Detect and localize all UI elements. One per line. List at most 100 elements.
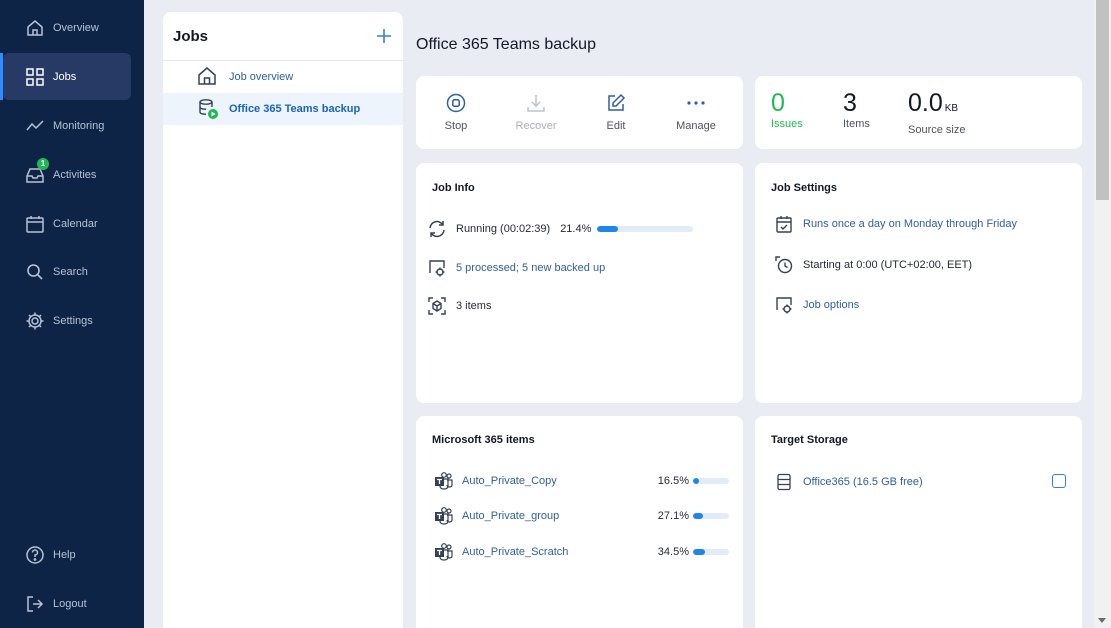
m365-item-percent: 34.5% [657,546,689,558]
storage-name-link[interactable]: Office365 (16.5 GB free) [803,476,923,488]
schedule-link[interactable]: Runs once a day on Monday through Friday [803,218,1017,230]
jobs-panel: Jobs Job overview Office 365 Teams backu… [163,12,403,628]
target-storage-title: Target Storage [771,434,848,446]
start-time-row: Starting at 0:00 (UTC+02:00, EET) [773,254,972,276]
nav-monitoring-label: Monitoring [53,119,105,132]
grid-icon [23,65,47,89]
add-job-button[interactable] [375,27,393,45]
plus-icon [377,29,391,43]
m365-item-progress-bar [693,513,729,519]
stat-source-size: 0.0 KB Source size [908,88,965,136]
job-info-card: Job Info Running (00:02:39) 21.4% 5 proc… [416,163,743,403]
m365-item-progress-bar [693,478,729,484]
teams-icon [435,472,453,490]
scrollbar[interactable] [1094,0,1111,628]
jobs-panel-title: Jobs [173,27,209,45]
scroll-down-arrow-icon[interactable] [1098,618,1106,623]
nav-calendar[interactable]: Calendar [3,200,131,247]
job-progress-fill [597,226,618,232]
job-options-row: Job options [773,294,859,316]
chart-line-icon [23,114,47,138]
m365-item-progress-fill [693,478,699,484]
edit-button[interactable]: Edit [576,76,656,149]
edit-icon [605,92,627,114]
m365-item-progress-bar [693,549,729,555]
job-settings-card: Job Settings Runs once a day on Monday t… [755,163,1082,403]
recover-button[interactable]: Recover [496,76,576,149]
teams-icon [435,543,453,561]
m365-item-name: Auto_Private_group [462,510,560,522]
storage-server-icon [773,471,795,493]
storage-row[interactable]: Office365 (16.5 GB free) [773,471,923,493]
m365-item-name: Auto_Private_Copy [462,475,557,487]
start-time-text: Starting at 0:00 (UTC+02:00, EET) [803,259,973,271]
job-options-link[interactable]: Job options [803,299,859,311]
nav-settings[interactable]: Settings [3,297,131,344]
items-cube-icon [426,295,448,317]
nav-overview[interactable]: Overview [3,4,131,51]
stop-button[interactable]: Stop [416,76,496,149]
home-icon [197,66,219,88]
m365-item-row[interactable]: Auto_Private_group 27.1% [434,506,729,526]
job-status-text: Running (00:02:39) [456,223,551,235]
m365-item-name: Auto_Private_Scratch [462,546,569,558]
stat-issues: 0 Issues [771,88,803,130]
edit-label: Edit [606,120,626,132]
clock-icon [773,254,795,276]
stat-items: 3 Items [843,88,870,130]
processed-icon [426,257,448,279]
nav-help-label: Help [53,548,76,561]
scrollbar-thumb[interactable] [1096,0,1109,200]
nav-jobs-label: Jobs [53,70,77,83]
nav-activities-label: Activities [53,168,97,181]
options-gear-icon [773,294,795,316]
m365-item-row[interactable]: Auto_Private_Scratch 34.5% [434,542,729,562]
m365-item-percent: 16.5% [657,475,689,487]
job-processed-row: 5 processed; 5 new backed up [426,257,605,279]
recover-label: Recover [515,120,557,132]
sidebar: Overview Jobs Monitoring 1 Activities Ca… [0,0,144,628]
nav-logout[interactable]: Logout [3,580,131,627]
nav-settings-label: Settings [53,314,93,327]
m365-item-row[interactable]: Auto_Private_Copy 16.5% [434,471,729,491]
page-title: Office 365 Teams backup [416,36,596,53]
issues-count: 0 [771,89,785,117]
teams-icon [435,507,453,525]
job-list-item-teams-backup[interactable]: Office 365 Teams backup [163,93,403,125]
home-icon [23,16,47,40]
nav-search[interactable]: Search [3,248,131,295]
m365-items-title: Microsoft 365 items [432,434,535,446]
nav-monitoring[interactable]: Monitoring [3,102,131,149]
search-icon [23,260,47,284]
storage-checkbox[interactable] [1052,474,1066,488]
job-processed-link[interactable]: 5 processed; 5 new backed up [456,262,605,274]
job-list-item-label: Job overview [229,71,294,83]
activities-badge: 1 [37,157,49,170]
nav-calendar-label: Calendar [53,217,98,230]
nav-logout-label: Logout [53,597,87,610]
refresh-icon [426,218,448,240]
stop-icon [445,92,467,114]
job-settings-title: Job Settings [771,182,838,194]
m365-item-percent: 27.1% [657,510,689,522]
calendar-icon [23,212,47,236]
nav-overview-label: Overview [53,21,99,34]
m365-items-card: Microsoft 365 items Auto_Private_Copy 16… [416,416,743,628]
manage-label: Manage [676,120,716,132]
job-list-item-overview[interactable]: Job overview [163,61,403,93]
job-info-title: Job Info [432,182,475,194]
manage-button[interactable]: Manage [656,76,736,149]
nav-search-label: Search [53,265,88,278]
source-size-unit: KB [944,103,959,114]
target-storage-card: Target Storage Office365 (16.5 GB free) [755,416,1082,628]
nav-help[interactable]: Help [3,531,131,578]
source-size-label: Source size [908,124,966,136]
inbox-icon: 1 [23,157,49,187]
nav-jobs[interactable]: Jobs [0,53,131,100]
stats-card: 0 Issues 3 Items 0.0 KB Source size [755,76,1082,149]
m365-item-progress-fill [693,549,706,555]
nav-activities[interactable]: 1 Activities [3,151,131,198]
job-items-text: 3 items [456,300,492,312]
job-progress-text: 21.4% [560,223,592,235]
backup-job-running-icon [197,98,219,120]
